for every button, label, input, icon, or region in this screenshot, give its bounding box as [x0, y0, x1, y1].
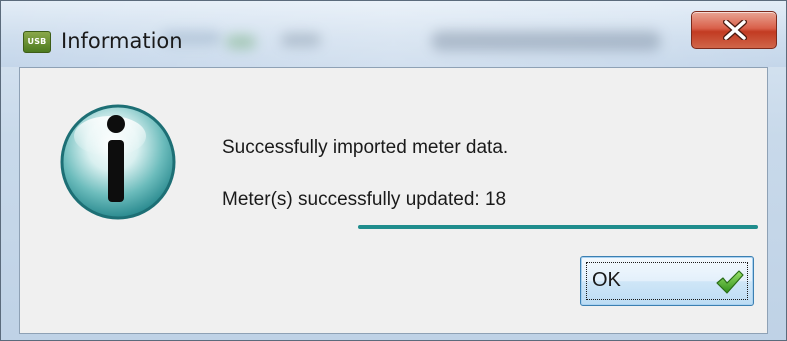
background-blur: [431, 31, 661, 51]
background-blur: [281, 33, 321, 47]
green-check-icon: [716, 270, 744, 294]
message-line-imported: Successfully imported meter data.: [222, 137, 509, 158]
close-x-icon: [723, 20, 747, 40]
message-line-updated: Meter(s) successfully updated: 18: [222, 189, 507, 210]
info-icon: [60, 104, 176, 220]
progress-bar: [358, 225, 758, 229]
title-bar[interactable]: USB Information: [1, 1, 786, 67]
window-title: Information: [61, 29, 183, 53]
close-button[interactable]: [691, 11, 777, 49]
ok-button[interactable]: OK: [580, 256, 754, 306]
background-blur: [226, 35, 256, 49]
usb-app-icon: USB: [23, 31, 51, 53]
dialog-content: Successfully imported meter data. Meter(…: [19, 67, 768, 334]
ok-button-label: OK: [592, 269, 621, 291]
information-dialog: USB Information Successfully imported me…: [0, 0, 787, 341]
